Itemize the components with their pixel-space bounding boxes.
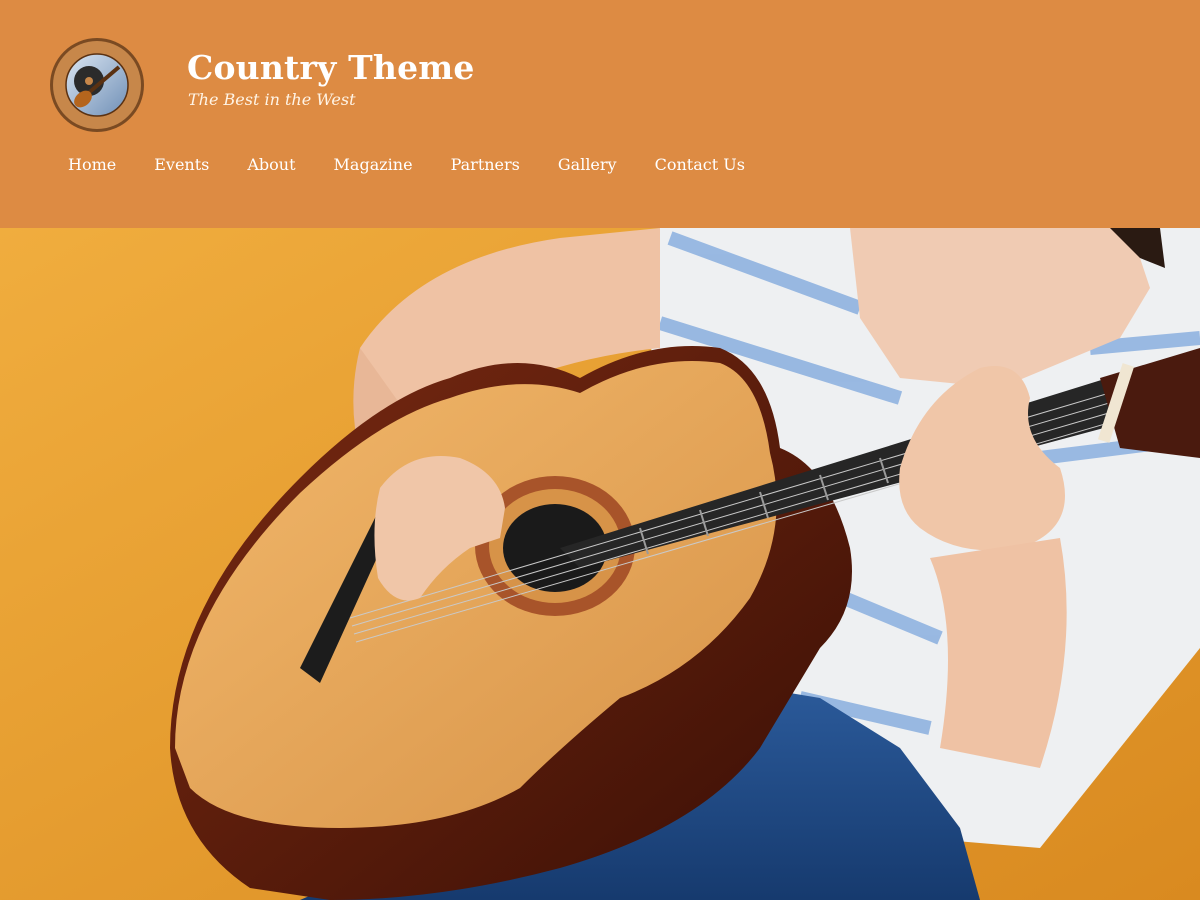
site-header: Country Theme The Best in the West Home … [0, 0, 1200, 228]
nav-item-partners[interactable]: Partners [432, 153, 539, 177]
main-nav: Home Events About Magazine Partners Gall… [49, 153, 764, 177]
nav-item-gallery[interactable]: Gallery [539, 153, 636, 177]
nav-item-events[interactable]: Events [135, 153, 228, 177]
site-tagline: The Best in the West [188, 90, 356, 109]
nav-item-contact-us[interactable]: Contact Us [636, 153, 764, 177]
nav-item-about[interactable]: About [228, 153, 314, 177]
nav-item-home[interactable]: Home [49, 153, 135, 177]
site-logo[interactable] [49, 37, 145, 133]
hero-image [0, 228, 1200, 900]
site-title[interactable]: Country Theme [187, 48, 475, 87]
guitar-player-illustration [0, 228, 1200, 900]
nav-item-magazine[interactable]: Magazine [315, 153, 432, 177]
